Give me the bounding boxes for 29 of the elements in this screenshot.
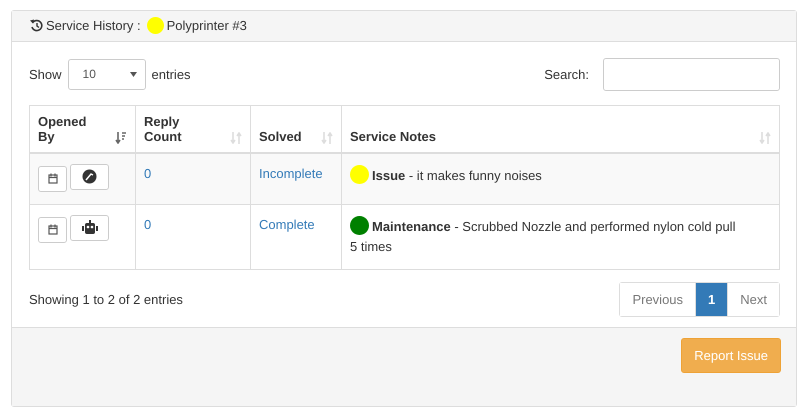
sort-icon[interactable] [115, 132, 127, 144]
column-label: Opened By [38, 114, 88, 144]
robot-icon [80, 220, 98, 236]
entries-label: entries [152, 66, 191, 82]
reply-count-link[interactable]: 0 [144, 166, 152, 181]
page-button[interactable]: 1 [695, 282, 728, 316]
opener-button[interactable] [70, 214, 109, 241]
entries-select[interactable]: 10 [68, 58, 146, 90]
column-label: Reply Count [144, 114, 183, 144]
reply-count-link[interactable]: 0 [144, 216, 152, 232]
printer-name: Polyprinter #3 [166, 18, 247, 34]
history-icon [30, 19, 43, 32]
date-button[interactable] [38, 166, 67, 192]
table-info: Showing 1 to 2 of 2 entries [29, 292, 183, 307]
date-button[interactable] [38, 216, 67, 243]
search-label: Search: [544, 66, 589, 82]
next-button[interactable]: Next [727, 282, 779, 316]
calendar-icon [48, 224, 58, 236]
opener-button[interactable] [70, 164, 109, 190]
calendar-icon [48, 173, 58, 184]
show-label: Show [29, 66, 62, 82]
column-label: Service Notes [350, 128, 436, 144]
service-note: Maintenance - Scrubbed Nozzle and performed nylon cold pull 5 times [350, 218, 736, 254]
panel-title: Service History : [46, 18, 141, 34]
caret-icon [130, 72, 137, 77]
service-note: Issue - it makes funny noises [372, 168, 542, 183]
solved-status-link[interactable]: Complete [259, 216, 315, 232]
column-label: Solved [259, 128, 302, 144]
search-field[interactable] [603, 58, 780, 91]
